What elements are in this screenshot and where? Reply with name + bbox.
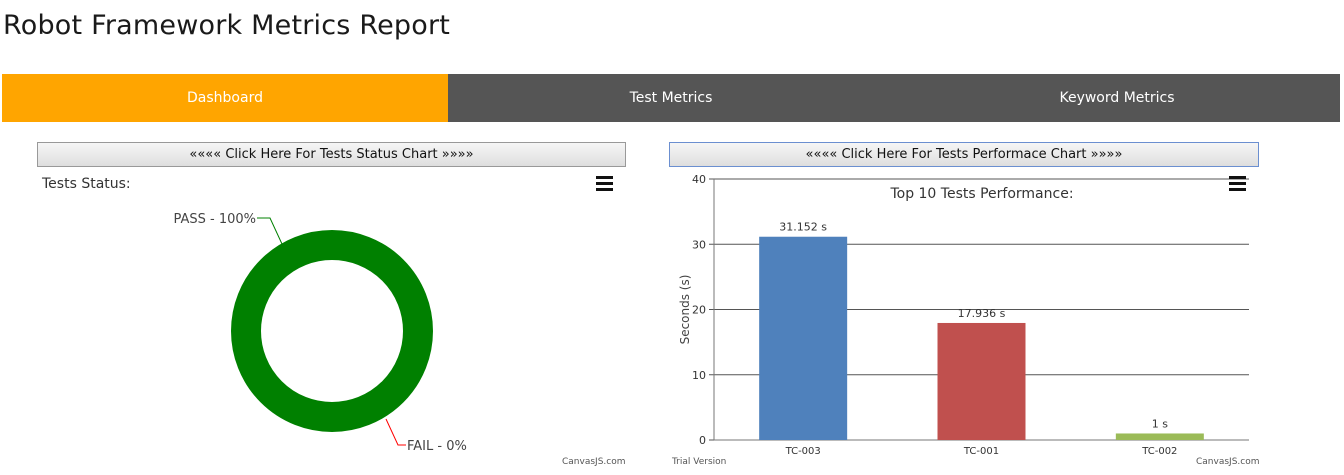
bar-data-label-tc-003: 31.152 s [779,221,827,234]
y-axis-label: Seconds (s) [678,275,692,345]
performance-chart-menu-icon[interactable] [1229,176,1246,191]
tests-performance-chart-button[interactable]: «««« Click Here For Tests Performace Cha… [669,142,1259,167]
performance-watermark: CanvasJS.com [1196,457,1260,467]
ytick-label-10: 10 [692,369,706,382]
ytick-label-30: 30 [692,238,706,251]
tests-status-chart-button[interactable]: «««« Click Here For Tests Status Chart »… [37,142,626,167]
ytick-label-0: 0 [699,434,706,447]
xtick-label-tc-001: TC-001 [963,446,999,457]
performance-title: Top 10 Tests Performance: [889,186,1073,202]
ytick-label-40: 40 [692,173,706,186]
bar-tc-001[interactable] [937,322,1026,440]
tests-status-title: Tests Status: [41,176,131,192]
status-watermark: CanvasJS.com [562,457,626,467]
nav-bar: Dashboard Test Metrics Keyword Metrics [2,74,1340,122]
pie-label-fail: FAIL - 0% [407,439,467,454]
pie-slice-pass [231,230,433,432]
xtick-label-tc-002: TC-002 [1141,446,1177,457]
pass-label-connector [257,217,283,245]
tab-keyword-metrics[interactable]: Keyword Metrics [894,74,1340,122]
bar-tc-002[interactable] [1115,433,1204,440]
tab-dashboard[interactable]: Dashboard [2,74,448,122]
xtick-label-tc-003: TC-003 [785,446,821,457]
bar-data-label-tc-002: 1 s [1152,417,1168,430]
bar-data-label-tc-001: 17.936 s [958,307,1006,320]
fail-label-connector [385,418,406,446]
tests-status-chart: Tests Status: PASS - 100% FAIL - 0% Canva… [37,170,627,470]
bar-tc-003[interactable] [759,236,848,440]
pie-label-pass: PASS - 100% [173,212,256,227]
bar-group: 0 10 20 30 40 Seconds (s) 31.152 s TC-003 17.936… [678,173,1249,457]
tab-test-metrics[interactable]: Test Metrics [448,74,894,122]
tests-performance-chart: 0 10 20 30 40 Seconds (s) 31.152 s TC-003 17.936… [669,170,1260,470]
trial-version-label: Trial Version [672,457,727,467]
pie-group: PASS - 100% FAIL - 0% [173,212,466,454]
tests-status-svg: Tests Status: PASS - 100% FAIL - 0% [41,176,467,454]
tests-performance-svg: 0 10 20 30 40 Seconds (s) 31.152 s TC-003 17.936… [678,173,1249,457]
page-title: Robot Framework Metrics Report [3,10,451,41]
ytick-label-20: 20 [692,304,706,317]
status-chart-menu-icon[interactable] [596,176,613,191]
